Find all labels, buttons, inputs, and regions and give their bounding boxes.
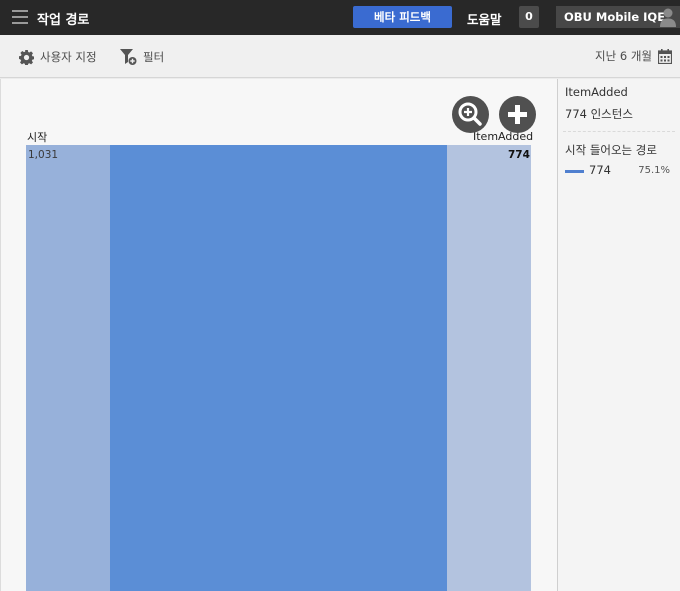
customize-button[interactable]: 사용자 지정 bbox=[19, 48, 97, 66]
filter-label: 필터 bbox=[143, 50, 165, 64]
gear-icon bbox=[19, 49, 34, 65]
details-instances: 774 인스턴스 bbox=[565, 107, 633, 121]
path-color-swatch bbox=[565, 170, 584, 173]
calendar-icon bbox=[658, 48, 672, 64]
start-node-bar[interactable] bbox=[26, 145, 110, 591]
start-node-label: 시작 bbox=[27, 131, 48, 144]
notification-badge[interactable]: 0 bbox=[519, 6, 539, 28]
path-flow-band[interactable] bbox=[110, 145, 447, 591]
filter-icon bbox=[120, 49, 137, 65]
details-divider bbox=[563, 131, 675, 132]
incoming-paths-title: 시작 들어오는 경로 bbox=[565, 143, 657, 157]
toolbar: 사용자 지정 필터 지난 6 개월 bbox=[0, 35, 680, 78]
menu-icon[interactable] bbox=[12, 10, 28, 24]
date-range-label: 지난 6 개월 bbox=[595, 49, 652, 63]
help-link[interactable]: 도움말 bbox=[467, 9, 502, 28]
start-node-count: 1,031 bbox=[28, 149, 59, 161]
date-range-selector[interactable]: 지난 6 개월 bbox=[595, 48, 672, 64]
customize-label: 사용자 지정 bbox=[40, 50, 97, 64]
zoom-in-button[interactable] bbox=[452, 96, 489, 133]
add-step-button[interactable] bbox=[499, 96, 536, 133]
end-node-bar[interactable] bbox=[447, 145, 531, 591]
end-node-count: 774 bbox=[508, 149, 530, 161]
zoom-in-icon bbox=[458, 102, 482, 126]
incoming-path-row[interactable]: 774 75.1% bbox=[565, 163, 673, 179]
account-button[interactable]: OBU Mobile IQE bbox=[556, 6, 680, 28]
user-icon bbox=[660, 8, 676, 27]
details-node-name: ItemAdded bbox=[565, 85, 628, 99]
beta-feedback-button[interactable]: 베타 피드백 bbox=[353, 6, 452, 28]
incoming-path-count: 774 bbox=[589, 163, 611, 177]
top-bar: 작업 경로 베타 피드백 도움말 0 OBU Mobile IQE bbox=[0, 0, 680, 35]
filter-button[interactable]: 필터 bbox=[120, 48, 164, 66]
plus-icon bbox=[508, 105, 527, 124]
incoming-path-percent: 75.1% bbox=[638, 165, 670, 176]
page-title: 작업 경로 bbox=[37, 13, 90, 28]
account-name: OBU Mobile IQE bbox=[564, 10, 666, 24]
